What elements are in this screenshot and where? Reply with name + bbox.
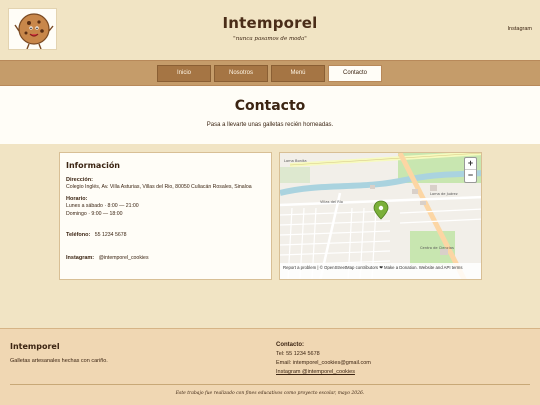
- nav-nosotros-button[interactable]: Nosotros: [214, 65, 268, 82]
- svg-text:Loma de Juárez: Loma de Juárez: [430, 192, 458, 196]
- info-heading: Información: [66, 161, 121, 170]
- site-slogan: "nunca pasamos de moda": [233, 36, 307, 42]
- address-value: Colegio Inglés, Av. Villa Asturias, Vill…: [66, 184, 252, 190]
- instagram-block: Instagram: @intemporel_cookies: [66, 246, 265, 264]
- phone-value: 55 1234 5678: [94, 232, 127, 238]
- location-map[interactable]: Loma Bonita Villas del Río Loma de Juáre…: [279, 152, 482, 280]
- hours-weekday: Lunes a sábado · 8:00 — 21:00: [66, 203, 139, 209]
- info-card: Información Dirección: Colegio Inglés, A…: [59, 152, 272, 280]
- zoom-out-button[interactable]: −: [465, 170, 476, 182]
- hours-block: Horario: Lunes a sábado · 8:00 — 21:00 D…: [66, 196, 265, 218]
- map-attribution[interactable]: Report a problem | © OpenStreetMap contr…: [280, 263, 481, 279]
- page-intro: Pasa a llevarte unas galletas recién hor…: [206, 122, 334, 128]
- svg-text:Villas del Río: Villas del Río: [320, 200, 343, 204]
- instagram-value[interactable]: @intemporel_cookies: [99, 255, 149, 261]
- svg-text:Loma Bonita: Loma Bonita: [284, 159, 307, 163]
- footer-instagram-link[interactable]: Instagram @intemporel_cookies: [276, 369, 355, 375]
- site-footer: Intemporel Galletas artesanales hechas c…: [0, 328, 540, 405]
- svg-text:Centro de Ciencias: Centro de Ciencias: [420, 246, 454, 250]
- site-header: Intemporel "nunca pasamos de moda" Insta…: [0, 0, 540, 60]
- page-title: Contacto: [234, 98, 306, 114]
- main-nav: Inicio Nosotros Menú Contacto: [0, 60, 540, 86]
- nav-menu-button[interactable]: Menú: [271, 65, 325, 82]
- map-zoom-controls: + −: [464, 157, 477, 183]
- footer-brand: Intemporel: [10, 342, 60, 351]
- hours-sunday: Domingo · 9:00 — 18:00: [66, 211, 123, 217]
- instagram-label: Instagram:: [66, 255, 95, 261]
- nav-contacto-button[interactable]: Contacto: [328, 65, 382, 82]
- phone-block: Teléfono: 55 1234 5678: [66, 223, 265, 241]
- header-instagram-link[interactable]: Instagram: [508, 26, 532, 32]
- footer-phone: Tel: 55 1234 5678: [276, 351, 320, 357]
- map-tiles[interactable]: Loma Bonita Villas del Río Loma de Juáre…: [280, 153, 482, 280]
- footer-contact-title: Contacto:: [276, 342, 304, 348]
- site-title: Intemporel: [222, 14, 318, 32]
- zoom-in-button[interactable]: +: [465, 158, 476, 170]
- footer-tagline: Galletas artesanales hechas con cariño.: [10, 358, 108, 364]
- footer-note: Este trabajo fue realizado con fines edu…: [175, 391, 365, 396]
- address-block: Dirección: Colegio Inglés, Av. Villa Ast…: [66, 177, 265, 191]
- footer-divider: [10, 384, 530, 385]
- nav-inicio-button[interactable]: Inicio: [157, 65, 211, 82]
- footer-email[interactable]: Email: intemporel_cookies@gmail.com: [276, 360, 371, 366]
- phone-label: Teléfono:: [66, 232, 91, 238]
- contact-hero: Contacto Pasa a llevarte unas galletas r…: [0, 86, 540, 144]
